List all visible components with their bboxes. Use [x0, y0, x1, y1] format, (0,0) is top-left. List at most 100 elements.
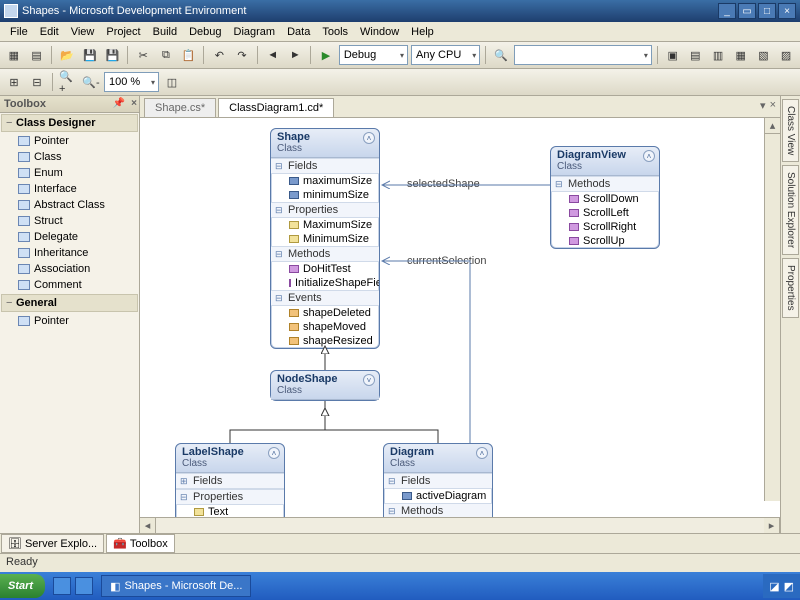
quicklaunch-2[interactable] — [75, 577, 93, 595]
menu-debug[interactable]: Debug — [183, 24, 227, 40]
zoom-out-button[interactable]: 🔍- — [81, 72, 101, 92]
vtab-class-view[interactable]: Class View — [782, 99, 799, 162]
class-shape[interactable]: ShapeClass˄ Fields maximumSize minimumSi… — [270, 128, 380, 349]
tool-pointer[interactable]: Pointer — [0, 133, 139, 149]
horizontal-scrollbar[interactable]: ◂ ▸ — [140, 517, 780, 533]
start-button[interactable]: Start — [0, 574, 45, 598]
menu-help[interactable]: Help — [405, 24, 440, 40]
menu-window[interactable]: Window — [354, 24, 405, 40]
config-combo[interactable]: Debug — [339, 45, 408, 65]
minimize-button[interactable]: _ — [718, 3, 736, 19]
tool-delegate[interactable]: Delegate — [0, 229, 139, 245]
quicklaunch-1[interactable] — [53, 577, 71, 595]
save-button[interactable]: 💾 — [80, 45, 100, 65]
chevron-up-icon[interactable]: ˄ — [363, 132, 375, 144]
tool-interface[interactable]: Interface — [0, 181, 139, 197]
tool-comment[interactable]: Comment — [0, 277, 139, 293]
scroll-left-icon[interactable]: ◂ — [140, 518, 156, 533]
ungroup-button[interactable]: ⊟ — [27, 72, 47, 92]
chevron-up-icon[interactable]: ˄ — [476, 447, 488, 459]
menu-data[interactable]: Data — [281, 24, 316, 40]
chevron-up-icon[interactable]: ˄ — [643, 150, 655, 162]
chevron-up-icon[interactable]: ˄ — [268, 447, 280, 459]
tb-extra2[interactable]: ▤ — [686, 45, 706, 65]
vtab-solution-explorer[interactable]: Solution Explorer — [782, 165, 799, 255]
tab-close-icon[interactable]: × — [770, 99, 776, 112]
tool-class[interactable]: Class — [0, 149, 139, 165]
platform-combo[interactable]: Any CPU — [411, 45, 480, 65]
category-general[interactable]: General — [1, 294, 138, 312]
class-labelshape[interactable]: LabelShapeClass˄ Fields Properties Text … — [175, 443, 285, 517]
undo-button[interactable]: ↶ — [209, 45, 229, 65]
add-item-button[interactable]: ▤ — [27, 45, 47, 65]
menu-project[interactable]: Project — [100, 24, 146, 40]
restore-button[interactable]: ▭ — [738, 3, 756, 19]
menu-diagram[interactable]: Diagram — [228, 24, 282, 40]
tray-icon[interactable]: ◪ — [769, 580, 779, 593]
btab-toolbox[interactable]: 🧰Toolbox — [106, 534, 175, 553]
menu-edit[interactable]: Edit — [34, 24, 65, 40]
scroll-up-icon[interactable]: ▴ — [765, 118, 780, 134]
tool-pointer-general[interactable]: Pointer — [0, 313, 139, 329]
close-button[interactable]: × — [778, 3, 796, 19]
save-all-button[interactable]: 💾 — [103, 45, 123, 65]
group-button[interactable]: ⊞ — [4, 72, 24, 92]
tool-enum[interactable]: Enum — [0, 165, 139, 181]
zoom-in-button[interactable]: 🔍+ — [58, 72, 78, 92]
tb-extra4[interactable]: ▦ — [731, 45, 751, 65]
class-diagramview[interactable]: DiagramViewClass˄ Methods ScrollDown Scr… — [550, 146, 660, 249]
diagram-canvas[interactable]: ShapeClass˄ Fields maximumSize minimumSi… — [140, 118, 780, 517]
tab-shape-cs[interactable]: Shape.cs* — [144, 98, 216, 117]
taskbar-item-shapes[interactable]: ◧Shapes - Microsoft De... — [101, 575, 251, 597]
find-combo[interactable] — [514, 45, 652, 65]
tool-struct[interactable]: Struct — [0, 213, 139, 229]
section-events[interactable]: Events — [271, 290, 379, 306]
open-button[interactable]: 📂 — [57, 45, 77, 65]
tb-extra3[interactable]: ▥ — [708, 45, 728, 65]
new-project-button[interactable]: ▦ — [4, 45, 24, 65]
close-panel-button[interactable]: × — [131, 98, 137, 109]
section-methods[interactable]: Methods — [551, 176, 659, 192]
vertical-scrollbar[interactable]: ▴ — [764, 118, 780, 501]
nav-fwd-button[interactable]: ► — [286, 45, 306, 65]
zoom-combo[interactable]: 100 % — [104, 72, 159, 92]
section-fields[interactable]: Fields — [176, 473, 284, 489]
tb-extra5[interactable]: ▧ — [754, 45, 774, 65]
scroll-right-icon[interactable]: ▸ — [764, 518, 780, 533]
class-nodeshape[interactable]: NodeShapeClass˅ — [270, 370, 380, 401]
tb-extra1[interactable]: ▣ — [663, 45, 683, 65]
chevron-down-icon[interactable]: ˅ — [363, 374, 375, 386]
section-properties[interactable]: Properties — [271, 202, 379, 218]
class-diagram[interactable]: DiagramClass˄ Fields activeDiagram Metho… — [383, 443, 493, 517]
nav-back-button[interactable]: ◄ — [263, 45, 283, 65]
menu-file[interactable]: File — [4, 24, 34, 40]
tab-dropdown-icon[interactable]: ▾ — [760, 99, 766, 112]
menu-view[interactable]: View — [65, 24, 101, 40]
tab-classdiagram[interactable]: ClassDiagram1.cd* — [218, 98, 334, 117]
section-fields[interactable]: Fields — [271, 158, 379, 174]
system-tray[interactable]: ◪◩ — [763, 574, 800, 598]
tb-extra6[interactable]: ▨ — [776, 45, 796, 65]
overview-button[interactable]: ◫ — [162, 72, 182, 92]
find-button[interactable]: 🔍 — [491, 45, 511, 65]
category-class-designer[interactable]: Class Designer — [1, 114, 138, 132]
cut-button[interactable]: ✂ — [133, 45, 153, 65]
copy-button[interactable]: ⧉ — [156, 45, 176, 65]
menu-tools[interactable]: Tools — [316, 24, 354, 40]
start-debug-button[interactable]: ▶ — [316, 45, 336, 65]
vtab-properties[interactable]: Properties — [782, 258, 799, 318]
redo-button[interactable]: ↷ — [232, 45, 252, 65]
tool-association[interactable]: Association — [0, 261, 139, 277]
paste-button[interactable]: 📋 — [179, 45, 199, 65]
section-methods[interactable]: Methods — [271, 246, 379, 262]
section-fields[interactable]: Fields — [384, 473, 492, 489]
tool-inheritance[interactable]: Inheritance — [0, 245, 139, 261]
section-properties[interactable]: Properties — [176, 489, 284, 505]
section-methods[interactable]: Methods — [384, 503, 492, 517]
tray-icon[interactable]: ◩ — [784, 580, 794, 593]
maximize-button[interactable]: □ — [758, 3, 776, 19]
menu-build[interactable]: Build — [147, 24, 183, 40]
pin-icon[interactable]: 📌 — [113, 98, 125, 109]
btab-server-explorer[interactable]: 🗄Server Explo... — [1, 534, 104, 553]
tool-abstract-class[interactable]: Abstract Class — [0, 197, 139, 213]
